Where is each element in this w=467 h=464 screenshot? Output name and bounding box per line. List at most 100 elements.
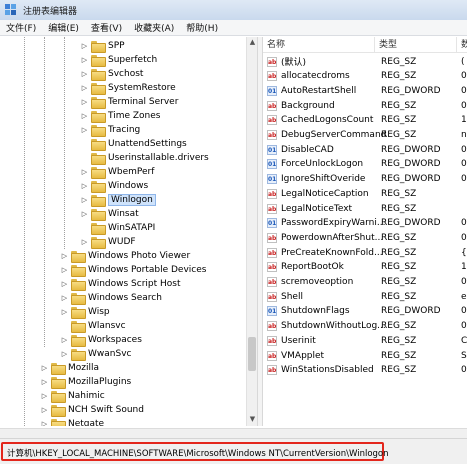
column-header-type[interactable]: 类型 [375, 37, 457, 53]
tree-item[interactable]: ▷ MozillaPlugins [0, 375, 246, 389]
menu-edit[interactable]: 编辑(E) [42, 21, 85, 34]
tree-item[interactable]: ▷ SPP [0, 39, 246, 53]
registry-value-row[interactable]: 01 IgnoreShiftOveride REG_DWORD 0 [263, 172, 467, 187]
registry-value-row[interactable]: 01 ShutdownFlags REG_DWORD 0 [263, 304, 467, 319]
tree-item[interactable]: ▷ Windows Script Host [0, 277, 246, 291]
registry-value-row[interactable]: ab PowerdownAfterShut... REG_SZ 0 [263, 230, 467, 245]
expand-arrow-icon[interactable]: ▷ [60, 350, 69, 359]
tree-item-label: SystemRestore [108, 83, 176, 93]
registry-value-row[interactable]: 01 AutoRestartShell REG_DWORD 0 [263, 83, 467, 98]
expand-arrow-icon[interactable]: ▷ [80, 126, 89, 135]
tree-item[interactable]: WinSATAPI [0, 221, 246, 235]
tree-item[interactable]: ▷ Wisp [0, 305, 246, 319]
tree-item[interactable]: ▷ WwanSvc [0, 347, 246, 361]
expand-arrow-icon[interactable]: ▷ [80, 168, 89, 177]
expand-arrow-icon[interactable]: ▷ [40, 406, 49, 415]
tree-item[interactable]: ▷ NCH Swift Sound [0, 403, 246, 417]
registry-value-row[interactable]: ab VMApplet REG_SZ S [263, 348, 467, 363]
tree-item[interactable]: ▷ Tracing [0, 123, 246, 137]
folder-icon [91, 55, 106, 67]
registry-value-row[interactable]: ab CachedLogonsCount REG_SZ 1 [263, 113, 467, 128]
tree-item[interactable]: ▷ Windows [0, 179, 246, 193]
tree-item[interactable]: ▷ Winlogon [0, 193, 246, 207]
registry-value-row[interactable]: ab ReportBootOk REG_SZ 1 [263, 260, 467, 275]
tree-item[interactable]: ▷ Nahimic [0, 389, 246, 403]
expand-arrow-icon[interactable]: ▷ [80, 112, 89, 121]
folder-icon [51, 405, 66, 417]
menu-file[interactable]: 文件(F) [0, 21, 42, 34]
expand-arrow-icon[interactable]: ▷ [80, 84, 89, 93]
tree-item[interactable]: ▷ Superfetch [0, 53, 246, 67]
registry-value-row[interactable]: 01 DisableCAD REG_DWORD 0 [263, 142, 467, 157]
tree-item[interactable]: ▷ Svchost [0, 67, 246, 81]
registry-tree-pane[interactable]: ▷ SPP ▷ Superfetch ▷ Svchost ▷ SystemRestore ▷ Te… [0, 37, 257, 426]
column-header-data[interactable]: 数据 [457, 37, 467, 53]
tree-item[interactable]: ▷ Terminal Server [0, 95, 246, 109]
registry-values-pane[interactable]: 名称 类型 数据 ab (默认) REG_SZ (ab allocatecdroms RE… [263, 37, 467, 426]
tree-item[interactable]: ▷ Mozilla [0, 361, 246, 375]
menu-bar: 文件(F) 编辑(E) 查看(V) 收藏夹(A) 帮助(H) [0, 20, 467, 36]
expand-arrow-icon[interactable]: ▷ [40, 420, 49, 427]
expand-arrow-icon[interactable]: ▷ [80, 98, 89, 107]
tree-item[interactable]: ▷ Workspaces [0, 333, 246, 347]
registry-value-row[interactable]: ab WinStationsDisabled REG_SZ 0 [263, 363, 467, 378]
tree-item[interactable]: ▷ SystemRestore [0, 81, 246, 95]
expand-arrow-icon[interactable]: ▷ [40, 392, 49, 401]
value-name: DebugServerCommand [281, 130, 387, 140]
ab-string-icon: ab [267, 100, 277, 111]
menu-favorites[interactable]: 收藏夹(A) [128, 21, 180, 34]
expand-arrow-icon [60, 322, 69, 331]
tree-item[interactable]: Userinstallable.drivers [0, 151, 246, 165]
registry-value-row[interactable]: ab allocatecdroms REG_SZ 0 [263, 69, 467, 84]
registry-value-row[interactable]: ab Shell REG_SZ e [263, 289, 467, 304]
registry-value-row[interactable]: ab ShutdownWithoutLog... REG_SZ 0 [263, 319, 467, 334]
expand-arrow-icon[interactable]: ▷ [60, 252, 69, 261]
tree-item[interactable]: ▷ Windows Search [0, 291, 246, 305]
column-header-name[interactable]: 名称 [263, 37, 375, 53]
tree-item[interactable]: ▷ Winsat [0, 207, 246, 221]
expand-arrow-icon[interactable]: ▷ [40, 378, 49, 387]
registry-value-row[interactable]: 01 PasswordExpiryWarni... REG_DWORD 0 [263, 216, 467, 231]
menu-help[interactable]: 帮助(H) [180, 21, 224, 34]
horizontal-scrollbar[interactable] [0, 428, 467, 438]
tree-item[interactable]: ▷ WbemPerf [0, 165, 246, 179]
expand-arrow-icon[interactable]: ▷ [80, 238, 89, 247]
tree-scroll-thumb[interactable] [248, 337, 256, 371]
expand-arrow-icon[interactable]: ▷ [80, 56, 89, 65]
registry-value-row[interactable]: ab LegalNoticeCaption REG_SZ [263, 186, 467, 201]
registry-value-row[interactable]: 01 ForceUnlockLogon REG_DWORD 0 [263, 157, 467, 172]
tree-vertical-scrollbar[interactable]: ▲ ▼ [246, 37, 257, 426]
value-type: REG_SZ [381, 365, 417, 376]
menu-view[interactable]: 查看(V) [85, 21, 128, 34]
expand-arrow-icon[interactable]: ▷ [60, 336, 69, 345]
expand-arrow-icon[interactable]: ▷ [60, 280, 69, 289]
folder-icon [51, 391, 66, 403]
value-data: 0 [461, 159, 467, 170]
registry-value-row[interactable]: ab (默认) REG_SZ ( [263, 54, 467, 69]
tree-item[interactable]: ▷ Windows Portable Devices [0, 263, 246, 277]
registry-value-row[interactable]: ab Background REG_SZ 0 [263, 98, 467, 113]
registry-value-row[interactable]: ab LegalNoticeText REG_SZ [263, 201, 467, 216]
tree-item[interactable]: ▷ WUDF [0, 235, 246, 249]
registry-value-row[interactable]: ab PreCreateKnownFold... REG_SZ { [263, 245, 467, 260]
expand-arrow-icon[interactable]: ▷ [80, 70, 89, 79]
tree-item[interactable]: UnattendSettings [0, 137, 246, 151]
expand-arrow-icon[interactable]: ▷ [60, 308, 69, 317]
scroll-up-arrow-icon[interactable]: ▲ [248, 38, 257, 47]
folder-icon [71, 307, 86, 319]
expand-arrow-icon[interactable]: ▷ [80, 196, 89, 205]
expand-arrow-icon[interactable]: ▷ [40, 364, 49, 373]
expand-arrow-icon[interactable]: ▷ [80, 42, 89, 51]
tree-item[interactable]: Wlansvc [0, 319, 246, 333]
registry-value-row[interactable]: ab DebugServerCommand REG_SZ n [263, 128, 467, 143]
tree-item[interactable]: ▷ Netgate [0, 417, 246, 426]
registry-value-row[interactable]: ab scremoveoption REG_SZ 0 [263, 275, 467, 290]
scroll-down-arrow-icon[interactable]: ▼ [248, 415, 257, 424]
tree-item[interactable]: ▷ Windows Photo Viewer [0, 249, 246, 263]
expand-arrow-icon[interactable]: ▷ [80, 182, 89, 191]
expand-arrow-icon[interactable]: ▷ [80, 210, 89, 219]
registry-value-row[interactable]: ab Userinit REG_SZ C [263, 333, 467, 348]
expand-arrow-icon[interactable]: ▷ [60, 266, 69, 275]
tree-item[interactable]: ▷ Time Zones [0, 109, 246, 123]
expand-arrow-icon[interactable]: ▷ [60, 294, 69, 303]
